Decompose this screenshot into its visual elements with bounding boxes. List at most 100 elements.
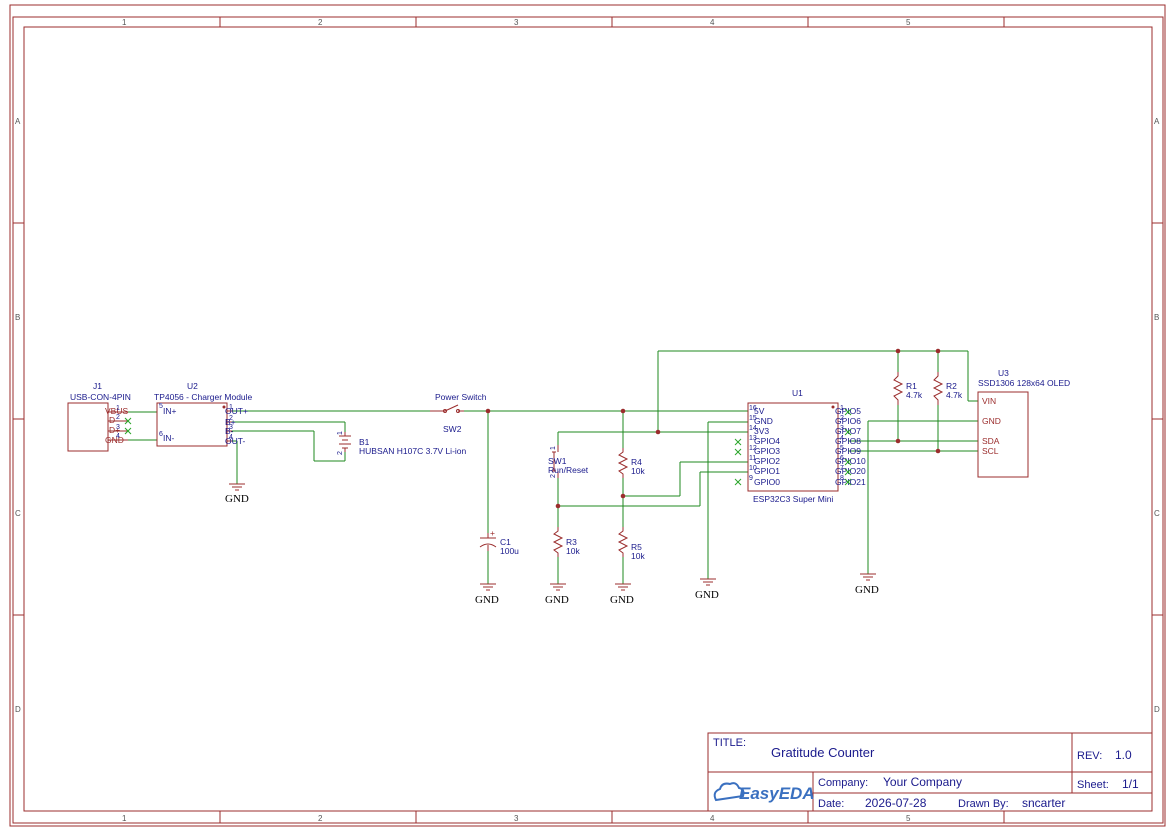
j1-pin-num-3: 3 [116,424,120,431]
u3-pin-vin: VIN [982,396,996,406]
sw1-value: Run/Reset [548,465,589,475]
title-value: Gratitude Counter [771,745,875,760]
u1-pin-gpio9: GPIO9 [835,446,861,456]
gnd-label-r3: GND [545,594,569,606]
title-label: TITLE: [713,737,746,749]
row-label-d: D [15,705,21,714]
u1-pin-num-7: 7 [840,465,844,472]
j1-pin-num-2: 2 [116,414,120,421]
u1-pin-gpio5: GPIO5 [835,406,861,416]
u2-pin-num-6: 6 [159,431,163,438]
u1-pin-num-2: 2 [840,415,844,422]
row-label-c-right: C [1154,509,1160,518]
u2-pin-num-4: 4 [229,434,233,441]
drawn-by-label: Drawn By: [958,798,1009,810]
j1-value: USB-CON-4PIN [70,392,131,402]
u3-pin-scl: SCL [982,446,999,456]
b1-value: HUBSAN H107C 3.7V Li-ion [359,446,467,456]
row-label-a: A [15,117,21,126]
j1-pin-gnd: GND [105,435,124,445]
col-label-5-bottom: 5 [906,814,911,823]
u2-pin-num-1: 1 [229,404,233,411]
r4-value: 10k [631,466,645,476]
c1-value: 100u [500,546,519,556]
rev-value: 1.0 [1115,748,1132,762]
u1-pin-num-9: 9 [749,475,753,482]
sw1-pin-num-1: 1 [550,446,557,450]
sheet-value: 1/1 [1122,777,1139,791]
u1-pin-gpio4: GPIO4 [754,436,780,446]
r1-value: 4.7k [906,390,923,400]
u1-pin-num-16: 16 [749,405,757,412]
gnd-label-c1: GND [475,594,499,606]
u1-pin-gpio6: GPIO6 [835,416,861,426]
u1-pin-num-12: 12 [749,445,757,452]
b1-pin-num-1: 1 [337,431,344,435]
u3-value: SSD1306 128x64 OLED [978,378,1070,388]
u1-pin-num-10: 10 [749,465,757,472]
row-label-d-right: D [1154,705,1160,714]
u2-value: TP4056 - Charger Module [154,392,253,402]
sw2-ref: SW2 [443,424,462,434]
j1-ref: J1 [93,381,102,391]
u1-pin-gpio1: GPIO1 [754,466,780,476]
u1-pin-num-5: 5 [840,445,844,452]
u1-value: ESP32C3 Super Mini [753,494,833,504]
j1-pin-num-4: 4 [116,433,120,440]
rev-label: REV: [1077,750,1102,762]
u2-ref: U2 [187,381,198,391]
row-label-b: B [15,313,20,322]
u1-pin-num-4: 4 [840,435,844,442]
u2-pin-num-2: 2 [229,415,233,422]
u1-pin-gnd: GND [754,416,773,426]
u1-pin-num-3: 3 [840,425,844,432]
gnd-label-u1: GND [695,589,719,601]
u3-pin-gnd: GND [982,416,1001,426]
col-label-2: 2 [318,18,323,27]
col-label-1: 1 [122,18,127,27]
col-label-4-bottom: 4 [710,814,715,823]
col-label-3-bottom: 3 [514,814,519,823]
col-label-2-bottom: 2 [318,814,323,823]
sheet-label: Sheet: [1077,779,1109,791]
easyeda-logo-text: EasyEDA [739,784,815,803]
u1-pin-num-14: 14 [749,425,757,432]
col-label-1-bottom: 1 [122,814,127,823]
u3-pin-sda: SDA [982,436,1000,446]
u1-pin-gpio0: GPIO0 [754,477,780,487]
gnd-label-u2: GND [225,493,249,505]
r5-value: 10k [631,551,645,561]
u1-pin-num-8: 8 [840,475,844,482]
u1-pin-gpio8: GPIO8 [835,436,861,446]
r3-value: 10k [566,546,580,556]
row-label-a-right: A [1154,117,1160,126]
u1-pin-num-13: 13 [749,435,757,442]
gnd-label-r5: GND [610,594,634,606]
u2-pin-in-plus: IN+ [163,406,177,416]
date-label: Date: [818,798,844,810]
u2-pin-num-5: 5 [159,403,163,410]
sw2-value: Power Switch [435,392,487,402]
company-label: Company: [818,777,868,789]
j1-pin-num-1: 1 [116,405,120,412]
col-label-4: 4 [710,18,715,27]
row-label-b-right: B [1154,313,1159,322]
drawn-by-value: sncarter [1022,796,1065,810]
u1-pin-num-15: 15 [749,415,757,422]
u1-ref: U1 [792,388,803,398]
gnd-label-u3: GND [855,584,879,596]
col-label-3: 3 [514,18,519,27]
u1-pin-num-11: 11 [749,455,756,462]
row-label-c: C [15,509,21,518]
u3-ref: U3 [998,368,1009,378]
u1-pin-gpio3: GPIO3 [754,446,780,456]
schematic-sheet: 1 2 3 4 5 1 2 3 4 5 A B C D A B C D J1 U… [0,0,1170,829]
company-value: Your Company [883,775,962,789]
u1-pin-num-1: 1 [840,405,844,412]
u2-pin-in-minus: IN- [163,433,175,443]
u1-pin-num-6: 6 [840,455,844,462]
col-label-5: 5 [906,18,911,27]
b1-pin-num-2: 2 [337,451,344,455]
r2-value: 4.7k [946,390,963,400]
date-value: 2026-07-28 [865,796,927,810]
